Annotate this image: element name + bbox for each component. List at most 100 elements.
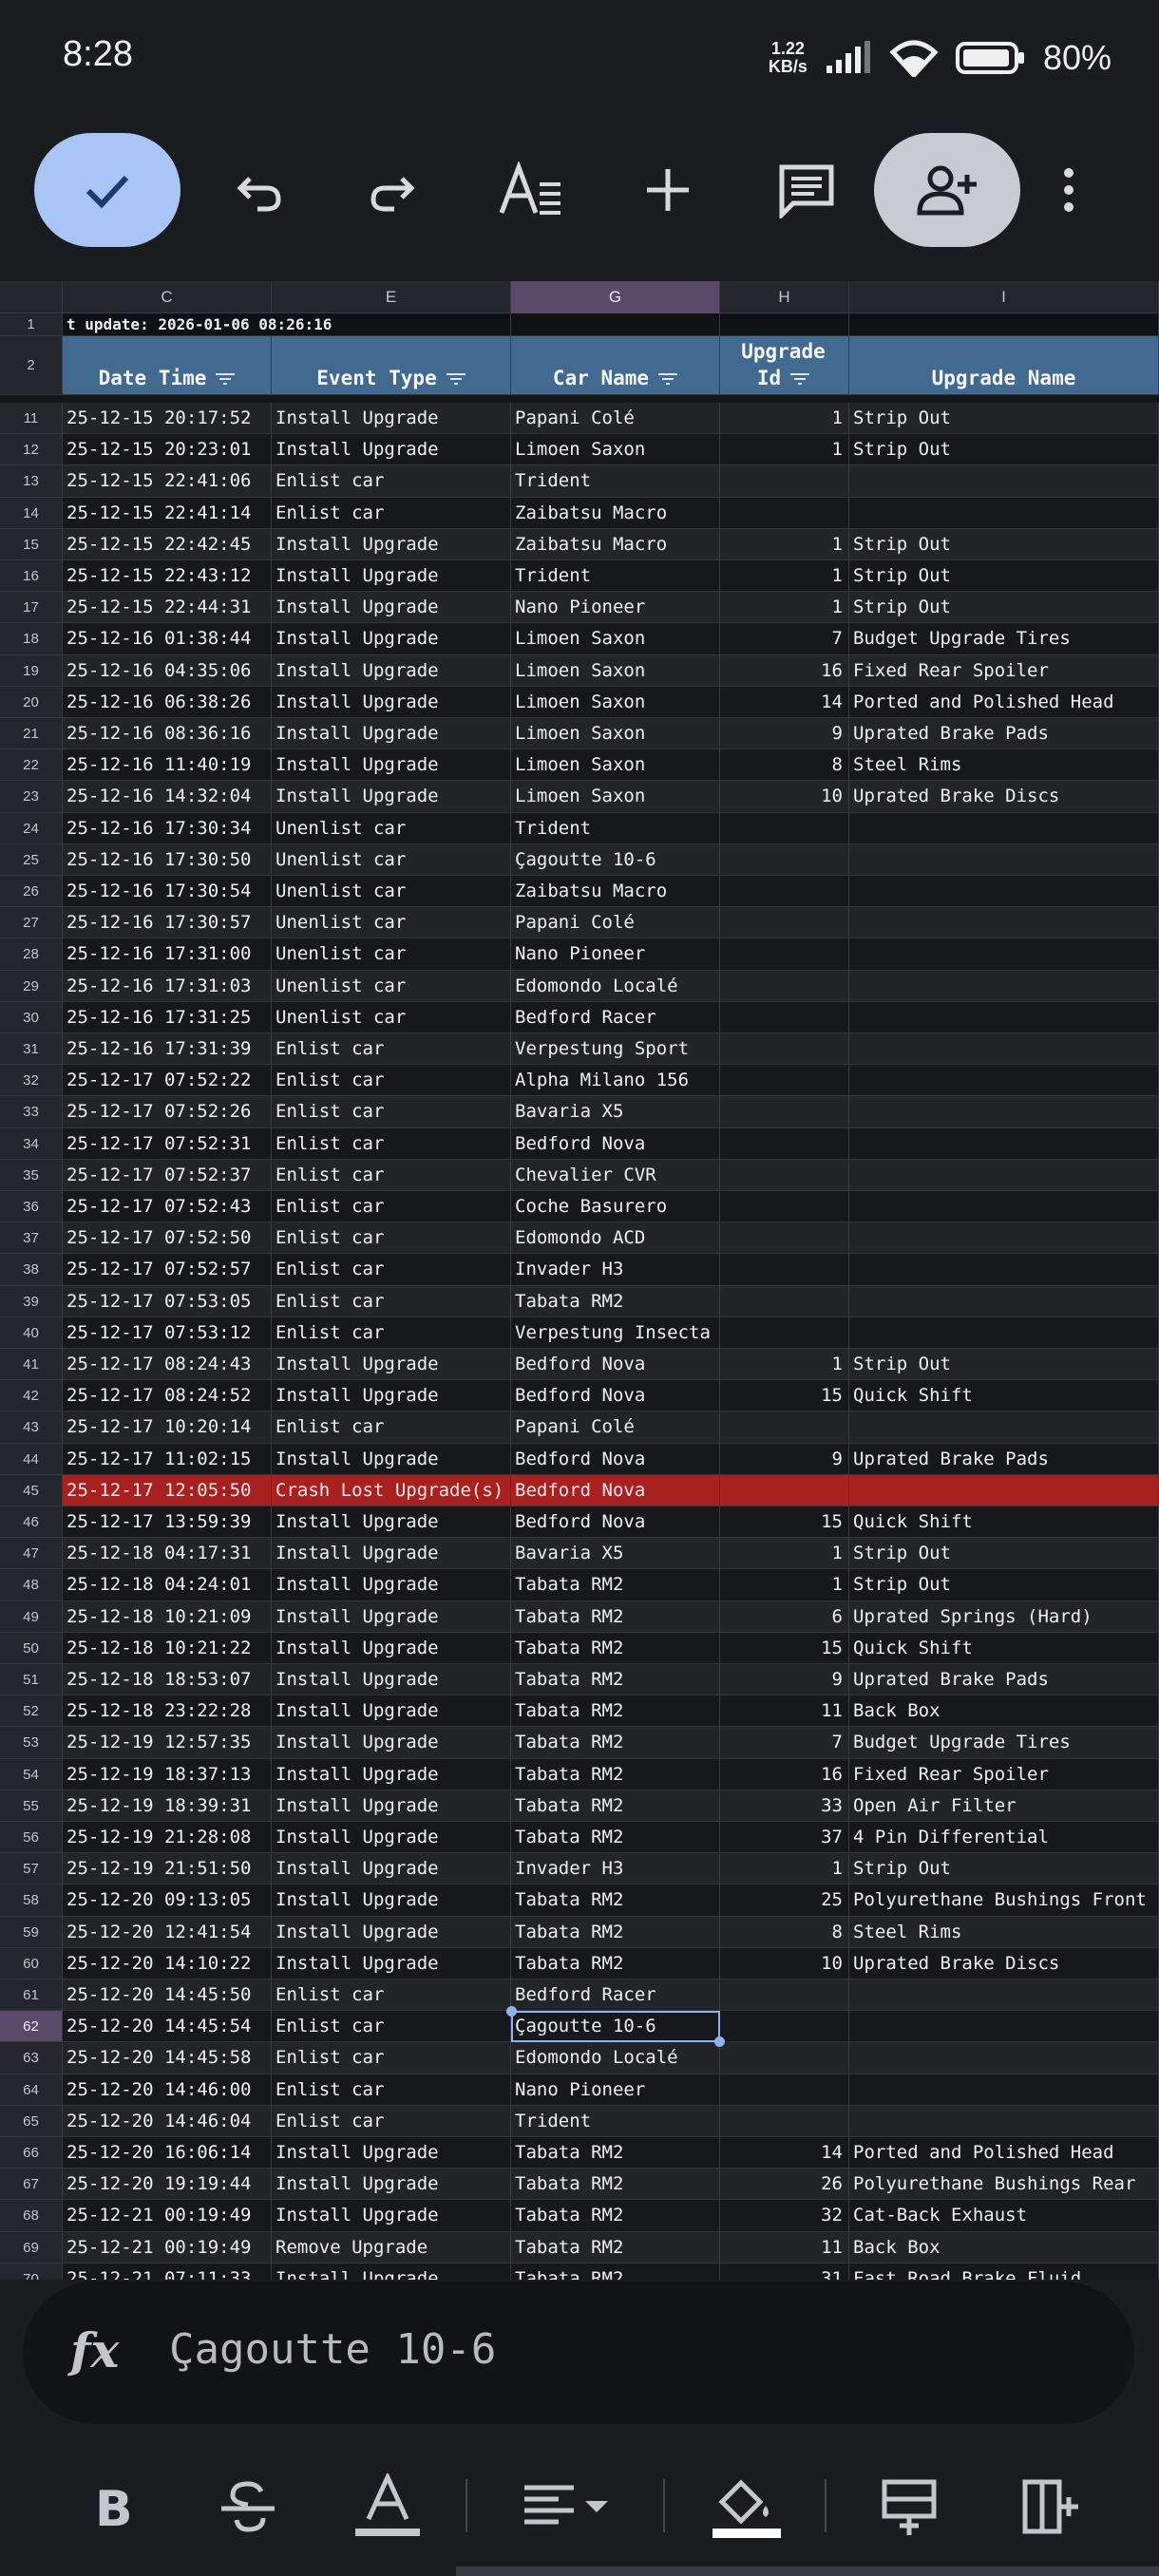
cell[interactable] (849, 1033, 1159, 1066)
cell[interactable]: Strip Out (849, 403, 1159, 435)
cell[interactable] (511, 313, 720, 336)
cell[interactable]: 25-12-20 14:10:22 (63, 1947, 272, 1979)
row-header[interactable]: 33 (0, 1096, 63, 1128)
row-header[interactable]: 38 (0, 1254, 63, 1286)
cell[interactable]: 25-12-16 17:30:34 (63, 812, 272, 844)
cell[interactable]: 25-12-17 07:52:22 (63, 1065, 272, 1097)
cell[interactable] (720, 1254, 849, 1286)
cell[interactable]: Bedford Nova (511, 1349, 720, 1381)
cell[interactable]: 25-12-20 14:46:00 (63, 2074, 272, 2106)
cell[interactable]: Alpha Milano 156 (511, 1065, 720, 1097)
cell[interactable]: Fixed Rear Spoiler (849, 1758, 1159, 1790)
cell[interactable] (849, 876, 1159, 908)
cell[interactable]: 25-12-16 06:38:26 (63, 686, 272, 718)
done-button[interactable] (34, 133, 180, 247)
row-header[interactable]: 37 (0, 1222, 63, 1255)
cell[interactable]: Fast Road Brake Fluid (849, 2263, 1159, 2280)
cell[interactable]: Tabata RM2 (511, 2231, 720, 2263)
cell[interactable]: Trident (511, 812, 720, 844)
cell[interactable]: 16 (720, 1758, 849, 1790)
row-header[interactable]: 22 (0, 749, 63, 782)
cell[interactable]: Enlist car (272, 2074, 511, 2106)
cell[interactable]: Strip Out (849, 528, 1159, 560)
cell[interactable]: 25-12-16 17:31:39 (63, 1033, 272, 1066)
cell[interactable] (849, 2042, 1159, 2074)
cell[interactable]: Crash Lost Upgrade(s) (272, 1474, 511, 1506)
cell[interactable]: Limoen Saxon (511, 686, 720, 718)
cell[interactable]: Install Upgrade (272, 2137, 511, 2169)
cell[interactable]: Tabata RM2 (511, 2263, 720, 2280)
cell[interactable]: 9 (720, 1664, 849, 1696)
cell[interactable] (849, 1411, 1159, 1444)
cell[interactable]: 25-12-19 21:28:08 (63, 1822, 272, 1854)
cell[interactable] (849, 1191, 1159, 1223)
cell[interactable]: Cat-Back Exhaust (849, 2200, 1159, 2232)
cell[interactable]: Bedford Nova (511, 1380, 720, 1412)
cell[interactable]: 15 (720, 1380, 849, 1412)
row-header[interactable]: 55 (0, 1790, 63, 1822)
cell[interactable]: 25-12-21 00:19:49 (63, 2200, 272, 2232)
cell[interactable]: Install Upgrade (272, 1822, 511, 1854)
cell[interactable]: Install Upgrade (272, 592, 511, 624)
cell[interactable]: 25-12-16 17:31:25 (63, 1001, 272, 1033)
row-header[interactable]: 39 (0, 1285, 63, 1317)
cell[interactable] (849, 938, 1159, 971)
row-header[interactable]: 52 (0, 1695, 63, 1728)
cell[interactable]: 25-12-18 04:24:01 (63, 1569, 272, 1601)
cell[interactable]: Install Upgrade (272, 654, 511, 687)
cell[interactable]: Unenlist car (272, 812, 511, 844)
cell[interactable]: Enlist car (272, 1254, 511, 1286)
filter-icon[interactable] (658, 373, 678, 385)
cell[interactable] (849, 497, 1159, 529)
row-header[interactable]: 11 (0, 403, 63, 435)
cell[interactable]: Back Box (849, 1695, 1159, 1728)
cell[interactable]: 25-12-16 17:31:03 (63, 970, 272, 1002)
cell[interactable] (849, 1096, 1159, 1128)
cell[interactable]: Limoen Saxon (511, 434, 720, 466)
cell[interactable]: 25-12-17 08:24:43 (63, 1349, 272, 1381)
cell[interactable]: 25-12-20 12:41:54 (63, 1916, 272, 1948)
cell[interactable]: Papani Colé (511, 1411, 720, 1444)
row-header[interactable]: 59 (0, 1916, 63, 1948)
cell[interactable] (720, 1222, 849, 1255)
cell[interactable]: Tabata RM2 (511, 1885, 720, 1917)
column-header-h[interactable]: H (720, 281, 849, 313)
row-header[interactable]: 49 (0, 1601, 63, 1633)
cell[interactable]: Install Upgrade (272, 1506, 511, 1539)
row-header[interactable]: 62 (0, 2011, 63, 2043)
cell[interactable]: 26 (720, 2169, 849, 2201)
cell[interactable] (720, 907, 849, 939)
row-header[interactable]: 58 (0, 1885, 63, 1917)
cell[interactable]: 25-12-17 07:52:43 (63, 1191, 272, 1223)
comment-button[interactable] (733, 133, 880, 247)
cell[interactable]: 25-12-16 17:30:57 (63, 907, 272, 939)
cell[interactable]: 25-12-19 18:37:13 (63, 1758, 272, 1790)
cell[interactable]: Edomondo Localé (511, 970, 720, 1002)
formula-input[interactable]: Çagoutte 10-6 (169, 2325, 496, 2374)
cell[interactable] (849, 970, 1159, 1002)
cell[interactable] (849, 1979, 1159, 2012)
cell[interactable]: 25-12-20 14:45:54 (63, 2011, 272, 2043)
cell[interactable]: Nano Pioneer (511, 938, 720, 971)
cell[interactable] (849, 2105, 1159, 2137)
cell[interactable]: 1 (720, 560, 849, 593)
cell[interactable]: 7 (720, 623, 849, 655)
row-header[interactable]: 44 (0, 1443, 63, 1475)
row-header[interactable]: 34 (0, 1127, 63, 1160)
row-header[interactable]: 70 (0, 2263, 63, 2280)
cell[interactable] (720, 1127, 849, 1160)
cell[interactable]: Install Upgrade (272, 1853, 511, 1885)
cell[interactable]: Steel Rims (849, 749, 1159, 782)
row-header[interactable]: 51 (0, 1664, 63, 1696)
cell[interactable]: Strip Out (849, 1569, 1159, 1601)
cell[interactable] (849, 1065, 1159, 1097)
cell[interactable]: 25-12-15 22:41:14 (63, 497, 272, 529)
cell[interactable] (720, 1001, 849, 1033)
cell[interactable]: Verpestung Sport (511, 1033, 720, 1066)
row-header[interactable]: 28 (0, 938, 63, 971)
cell[interactable]: Install Upgrade (272, 623, 511, 655)
cell[interactable] (720, 2011, 849, 2043)
cell[interactable]: Chevalier CVR (511, 1159, 720, 1191)
cell[interactable]: Enlist car (272, 465, 511, 498)
column-header-c[interactable]: C (63, 281, 272, 313)
